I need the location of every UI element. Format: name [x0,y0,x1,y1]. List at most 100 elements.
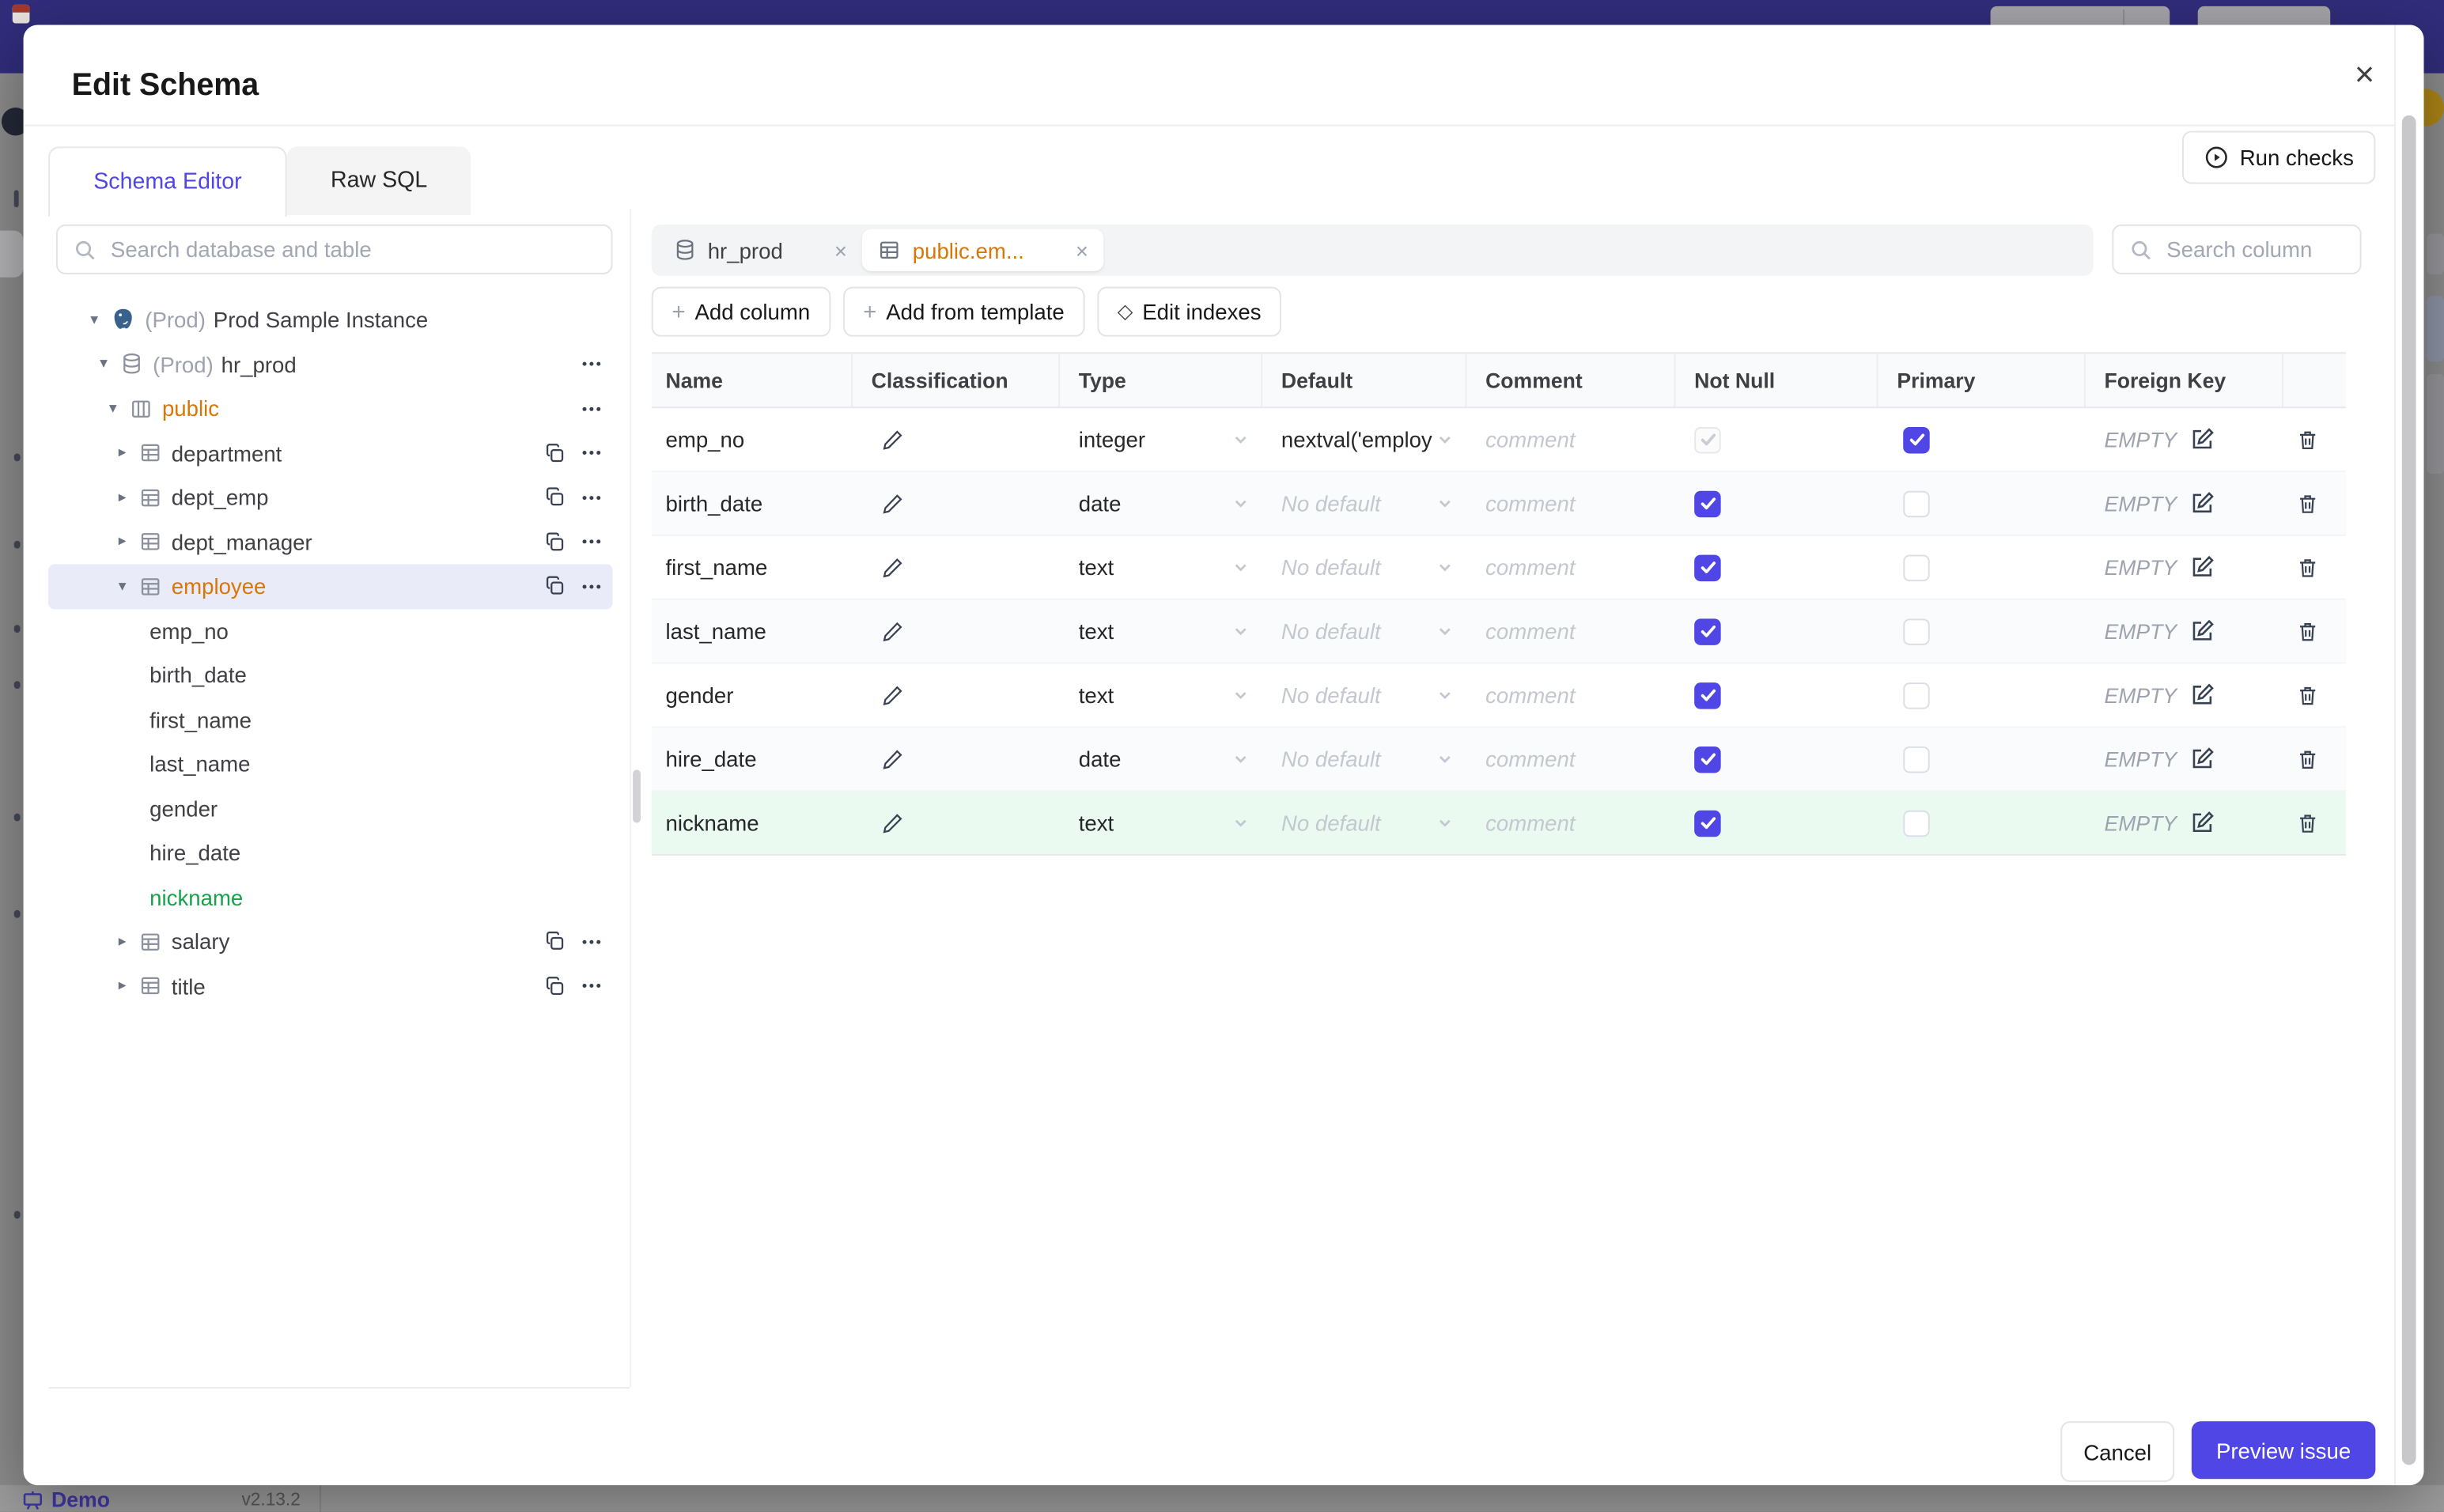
pencil-icon[interactable] [880,428,904,452]
pencil-icon[interactable] [880,492,904,516]
type-select[interactable]: date [1060,472,1262,535]
open-tab-public-em[interactable]: public.em... × [862,229,1104,271]
column-name-cell[interactable]: emp_no [652,408,853,471]
type-select[interactable]: date [1060,728,1262,790]
default-select[interactable]: No default [1262,600,1466,663]
tree-item-dept-emp[interactable]: ▸ dept_emp [48,475,612,520]
more-icon[interactable] [580,575,603,599]
edit-icon[interactable] [2189,811,2215,836]
default-select[interactable]: No default [1262,472,1466,535]
tree-item-hire-date[interactable]: hire_date [48,830,612,875]
tree-item-nickname[interactable]: nickname [48,875,612,920]
column-name-cell[interactable]: hire_date [652,728,853,790]
copy-icon[interactable] [544,531,566,554]
close-tab-icon[interactable]: × [1076,238,1088,263]
type-select[interactable]: text [1060,664,1262,727]
tab-schema-editor[interactable]: Schema Editor [48,146,287,217]
pencil-icon[interactable] [880,683,904,707]
checkbox[interactable] [1903,682,1930,709]
comment-cell[interactable]: comment [1466,600,1675,663]
trash-icon[interactable] [2296,747,2320,771]
copy-icon[interactable] [544,975,566,997]
tree-item-hr-prod[interactable]: ▾ (Prod) hr_prod [48,342,612,387]
copy-icon[interactable] [544,576,566,598]
column-name-cell[interactable]: nickname [652,792,853,854]
default-select[interactable]: No default [1262,536,1466,599]
checkbox[interactable] [1694,490,1721,517]
default-select[interactable]: No default [1262,792,1466,854]
more-icon[interactable] [580,531,603,554]
sidebar-scrollbar[interactable] [633,769,641,823]
checkbox[interactable] [1694,682,1721,709]
tree-item-title[interactable]: ▸ title [48,964,612,1008]
tree-item-prod-sample-instance[interactable]: ▾ (Prod) Prod Sample Instance [48,297,612,342]
tree-item-emp-no[interactable]: emp_no [48,609,612,653]
trash-icon[interactable] [2296,492,2320,516]
tree-item-birth-date[interactable]: birth_date [48,653,612,697]
more-icon[interactable] [580,930,603,954]
pencil-icon[interactable] [880,747,904,771]
chevron-down-icon[interactable]: ▾ [104,400,122,418]
edit-indexes-button[interactable]: ◇ Edit indexes [1097,286,1282,337]
database-search-input[interactable] [107,235,596,264]
trash-icon[interactable] [2296,619,2320,643]
checkbox[interactable] [1694,554,1721,581]
checkbox[interactable] [1694,809,1721,837]
column-name-cell[interactable]: first_name [652,536,853,599]
tree-item-dept-manager[interactable]: ▸ dept_manager [48,520,612,564]
add-from-template-button[interactable]: + Add from template [842,286,1085,337]
modal-scrollbar[interactable] [2401,115,2416,1465]
comment-cell[interactable]: comment [1466,664,1675,727]
add-column-button[interactable]: + Add column [651,286,830,337]
edit-icon[interactable] [2189,747,2215,772]
tree-item-salary[interactable]: ▸ salary [48,920,612,964]
trash-icon[interactable] [2296,683,2320,707]
open-tab-hr-prod[interactable]: hr_prod × [658,229,863,271]
chevron-down-icon[interactable]: ▾ [114,578,131,595]
run-checks-button[interactable]: Run checks [2181,130,2376,184]
chevron-right-icon[interactable]: ▸ [114,444,131,462]
chevron-right-icon[interactable]: ▸ [114,977,131,995]
copy-icon[interactable] [544,931,566,953]
checkbox[interactable] [1903,745,1930,773]
tree-item-employee[interactable]: ▾ employee [48,564,613,609]
column-name-cell[interactable]: birth_date [652,472,853,535]
chevron-down-icon[interactable]: ▾ [95,356,112,373]
checkbox[interactable] [1903,618,1930,644]
type-select[interactable]: text [1060,536,1262,599]
comment-cell[interactable]: comment [1466,536,1675,599]
edit-icon[interactable] [2189,618,2215,644]
close-tab-icon[interactable]: × [834,238,847,263]
column-name-cell[interactable]: gender [652,664,853,727]
checkbox[interactable] [1694,618,1721,644]
trash-icon[interactable] [2296,811,2320,835]
copy-icon[interactable] [544,442,566,464]
pencil-icon[interactable] [880,556,904,580]
checkbox[interactable] [1694,745,1721,773]
tree-item-department[interactable]: ▸ department [48,431,612,475]
pencil-icon[interactable] [880,811,904,835]
comment-cell[interactable]: comment [1466,728,1675,790]
chevron-right-icon[interactable]: ▸ [114,533,131,550]
more-icon[interactable] [580,441,603,465]
tree-item-gender[interactable]: gender [48,786,612,830]
comment-cell[interactable]: comment [1466,472,1675,535]
comment-cell[interactable]: comment [1466,792,1675,854]
chevron-right-icon[interactable]: ▸ [114,933,131,951]
comment-cell[interactable]: comment [1466,408,1675,471]
type-select[interactable]: integer [1060,408,1262,471]
more-icon[interactable] [580,353,603,376]
trash-icon[interactable] [2296,556,2320,580]
tree-item-first-name[interactable]: first_name [48,697,612,742]
more-icon[interactable] [580,974,603,998]
checkbox[interactable] [1903,490,1930,517]
pencil-icon[interactable] [880,619,904,643]
default-select[interactable]: No default [1262,728,1466,790]
checkbox[interactable] [1903,554,1930,581]
tree-item-public[interactable]: ▾ public [48,387,612,431]
tab-raw-sql[interactable]: Raw SQL [286,146,471,215]
chevron-right-icon[interactable]: ▸ [114,489,131,506]
checkbox[interactable] [1903,809,1930,837]
edit-icon[interactable] [2189,491,2215,516]
preview-issue-button[interactable]: Preview issue [2191,1421,2376,1480]
